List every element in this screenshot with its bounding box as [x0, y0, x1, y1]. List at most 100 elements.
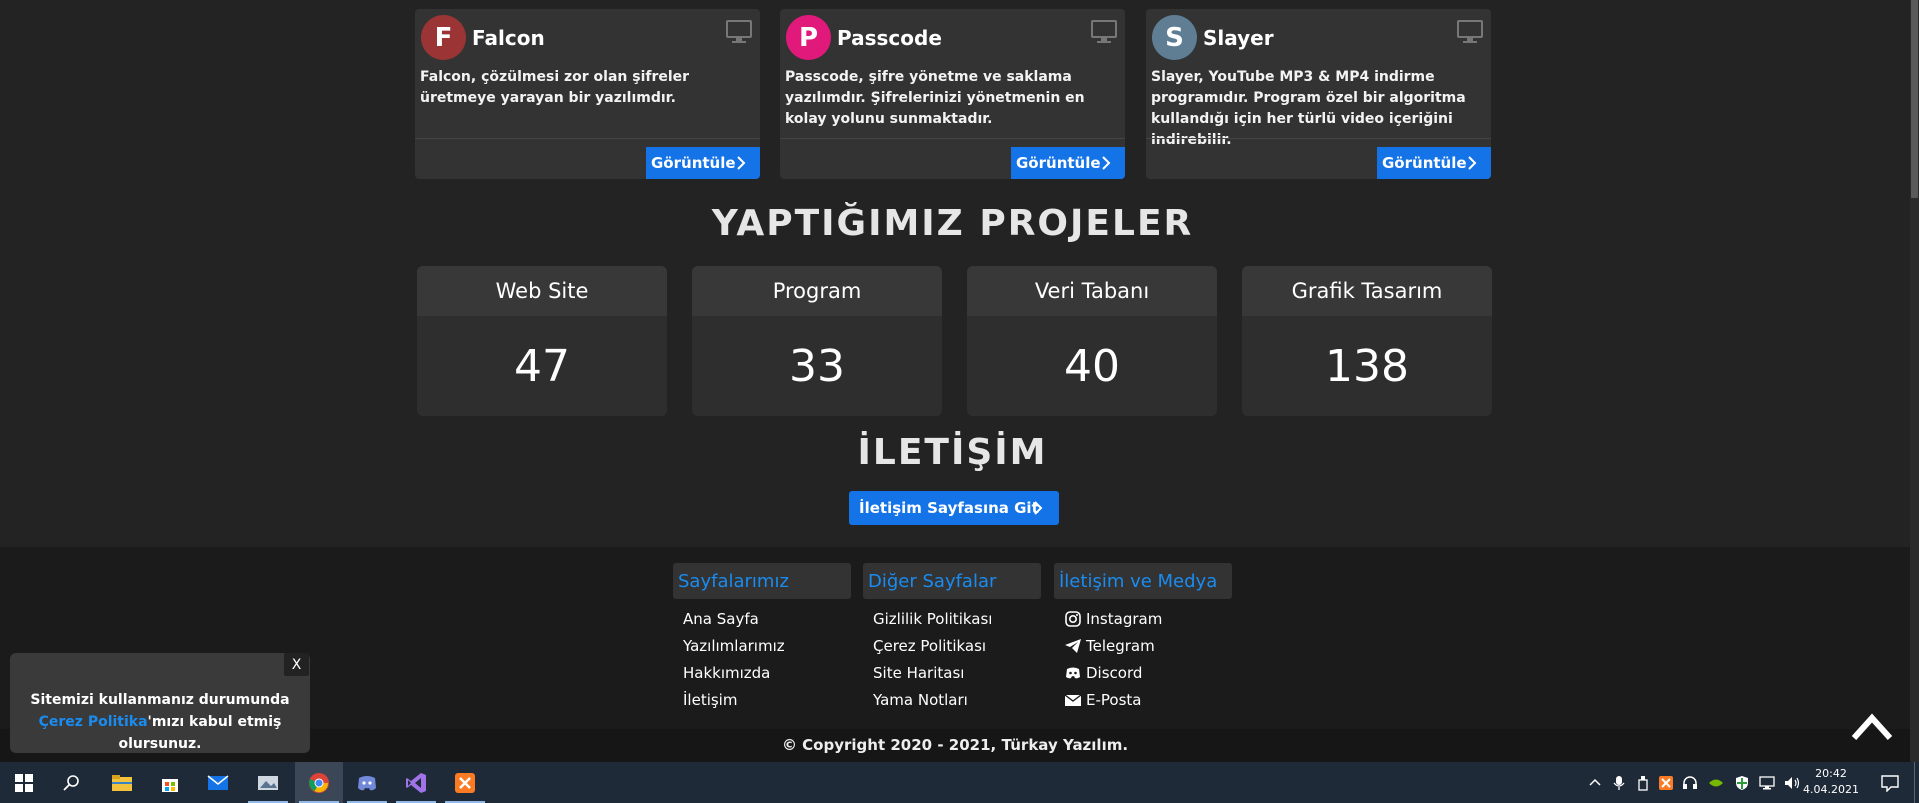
footer-link-label: Telegram — [1086, 636, 1155, 655]
usb-icon[interactable] — [1636, 775, 1650, 791]
windows-start-icon[interactable] — [0, 762, 48, 803]
project-name: Slayer — [1203, 26, 1274, 50]
footer-link[interactable]: Yazılımlarımız — [673, 632, 851, 659]
scroll-to-top-button[interactable] — [1850, 712, 1894, 742]
stat-label: Program — [692, 266, 942, 316]
footer-link-label: E-Posta — [1086, 690, 1142, 709]
view-button[interactable]: Görüntüle — [1377, 147, 1491, 179]
discord-icon — [1066, 667, 1080, 678]
project-description: Falcon, çözülmesi zor olan şifreler üret… — [420, 69, 690, 106]
volume-icon[interactable] — [1784, 776, 1802, 790]
stat-value: 33 — [789, 340, 845, 392]
card-divider — [1146, 138, 1491, 139]
stat-value: 138 — [1325, 340, 1409, 392]
search-icon[interactable] — [48, 762, 96, 803]
project-description: Passcode, şifre yönetme ve saklama yazıl… — [785, 69, 1085, 127]
cookie-text: Sitemizi kullanmanız durumunda Çerez Pol… — [15, 689, 305, 755]
projects-section-title: YAPTIĞIMIZ PROJELER — [711, 203, 1194, 244]
footer-link[interactable]: Yama Notları — [863, 686, 1041, 713]
footer-link-label: Instagram — [1086, 609, 1163, 628]
stat-label: Web Site — [417, 266, 667, 316]
visual-studio-icon[interactable] — [392, 762, 440, 803]
footer-link-discord[interactable]: Discord — [1054, 659, 1232, 686]
telegram-icon — [1065, 638, 1081, 653]
stat-label: Veri Tabanı — [967, 266, 1217, 316]
monitor-icon — [1091, 20, 1117, 43]
network-icon[interactable] — [1758, 775, 1776, 790]
scrollbar-thumb[interactable] — [1911, 0, 1918, 198]
store-icon[interactable] — [146, 762, 194, 803]
footer-link[interactable]: İletişim — [673, 686, 851, 713]
project-card-slayer: S Slayer Slayer, YouTube MP3 & MP4 indir… — [1146, 9, 1491, 179]
contact-button-label: İletişim Sayfasına Git — [859, 499, 1039, 517]
clock-time: 20:42 — [1815, 767, 1847, 780]
stat-box-web-site: Web Site 47 — [417, 266, 667, 416]
footer-link-instagram[interactable]: Instagram — [1054, 605, 1232, 632]
page-scrollbar[interactable] — [1910, 0, 1919, 762]
view-button-label: Görüntüle — [651, 154, 736, 172]
footer-link-email[interactable]: E-Posta — [1054, 686, 1232, 713]
footer-column-title: Diğer Sayfalar — [863, 563, 1041, 599]
contact-page-button[interactable]: İletişim Sayfasına Git — [849, 491, 1059, 525]
contact-section-title: İLETİŞİM — [857, 432, 1048, 473]
show-hidden-icons-icon[interactable] — [1588, 776, 1602, 790]
photos-icon[interactable] — [244, 762, 292, 803]
cookie-policy-link[interactable]: Çerez Politika — [39, 714, 148, 730]
project-card-falcon: F Falcon Falcon, çözülmesi zor olan şifr… — [415, 9, 760, 179]
view-button-label: Görüntüle — [1382, 154, 1467, 172]
project-card-passcode: P Passcode Passcode, şifre yönetme ve sa… — [780, 9, 1125, 179]
stat-box-grafik-tasarim: Grafik Tasarım 138 — [1242, 266, 1492, 416]
chevron-right-icon — [1102, 156, 1111, 170]
footer-column-pages: Sayfalarımız Ana Sayfa Yazılımlarımız Ha… — [673, 563, 851, 713]
view-button[interactable]: Görüntüle — [646, 147, 760, 179]
footer-link[interactable]: Site Haritası — [863, 659, 1041, 686]
stat-label: Grafik Tasarım — [1242, 266, 1492, 316]
cookie-notice: X Sitemizi kullanmanız durumunda Çerez P… — [10, 653, 310, 753]
notification-center-icon[interactable] — [1866, 762, 1914, 803]
project-name: Falcon — [472, 26, 545, 50]
footer-column-title: İletişim ve Medya — [1054, 563, 1232, 599]
chevron-right-icon — [1034, 501, 1043, 515]
chevron-right-icon — [737, 156, 746, 170]
view-button-label: Görüntüle — [1016, 154, 1101, 172]
cookie-text-before: Sitemizi kullanmanız durumunda — [30, 692, 290, 708]
headset-icon[interactable] — [1682, 775, 1698, 791]
footer-link[interactable]: Gizlilik Politikası — [863, 605, 1041, 632]
discord-app-icon[interactable] — [343, 762, 391, 803]
security-shield-icon[interactable] — [1734, 775, 1750, 791]
slayer-logo-icon: S — [1152, 15, 1197, 60]
windows-taskbar: 20:42 4.04.2021 — [0, 762, 1919, 803]
footer-link[interactable]: Ana Sayfa — [673, 605, 851, 632]
xampp-icon[interactable] — [441, 762, 489, 803]
footer-link-label: Discord — [1086, 663, 1143, 682]
stat-value: 40 — [1064, 340, 1120, 392]
card-divider — [780, 138, 1125, 139]
monitor-icon — [1457, 20, 1483, 43]
footer-column-contact-media: İletişim ve Medya Instagram Telegram Dis… — [1054, 563, 1232, 713]
footer-column-title: Sayfalarımız — [673, 563, 851, 599]
instagram-icon — [1065, 610, 1081, 627]
mail-icon — [1064, 693, 1082, 706]
view-button[interactable]: Görüntüle — [1011, 147, 1125, 179]
footer-link-telegram[interactable]: Telegram — [1054, 632, 1232, 659]
monitor-icon — [726, 20, 752, 43]
stat-value: 47 — [514, 340, 570, 392]
footer-column-other-pages: Diğer Sayfalar Gizlilik Politikası Çerez… — [863, 563, 1041, 713]
falcon-logo-icon: F — [421, 15, 466, 60]
taskbar-clock[interactable]: 20:42 4.04.2021 — [1803, 766, 1859, 798]
footer-link[interactable]: Çerez Politikası — [863, 632, 1041, 659]
project-name: Passcode — [837, 26, 942, 50]
cookie-close-button[interactable]: X — [284, 653, 309, 676]
stat-box-program: Program 33 — [692, 266, 942, 416]
card-divider — [415, 138, 760, 139]
passcode-logo-icon: P — [786, 15, 831, 60]
show-desktop-button[interactable] — [1914, 762, 1919, 803]
footer-link[interactable]: Hakkımızda — [673, 659, 851, 686]
chevron-right-icon — [1468, 156, 1477, 170]
xampp-tray-icon[interactable] — [1658, 775, 1674, 791]
microphone-icon[interactable] — [1612, 775, 1626, 791]
file-explorer-icon[interactable] — [98, 762, 146, 803]
nvidia-icon[interactable] — [1708, 777, 1724, 789]
mail-app-icon[interactable] — [194, 762, 242, 803]
chrome-icon[interactable] — [295, 762, 343, 803]
